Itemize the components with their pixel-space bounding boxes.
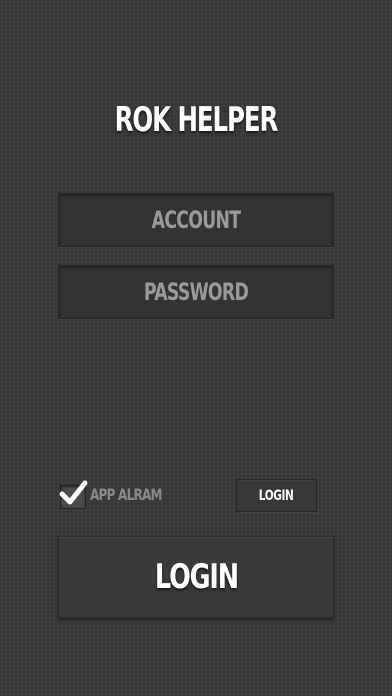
password-input[interactable]: [97, 266, 295, 318]
small-login-button[interactable]: LOGIN: [236, 479, 317, 512]
app-title: ROK HELPER: [114, 100, 279, 140]
app-alarm-option[interactable]: APP ALRAM: [58, 480, 186, 509]
login-button-label: LOGIN: [154, 557, 238, 597]
account-input[interactable]: [97, 194, 295, 246]
account-field[interactable]: [58, 193, 334, 247]
app-alarm-checkbox[interactable]: [58, 480, 88, 509]
password-field[interactable]: [58, 265, 334, 319]
app-alarm-label[interactable]: APP ALRAM: [90, 485, 162, 504]
login-screen: ROK HELPER APP ALRAM LOGIN LOGIN: [0, 0, 392, 696]
login-button[interactable]: LOGIN: [58, 536, 334, 618]
checkmark-icon: [59, 480, 88, 505]
small-login-button-label: LOGIN: [259, 487, 294, 504]
